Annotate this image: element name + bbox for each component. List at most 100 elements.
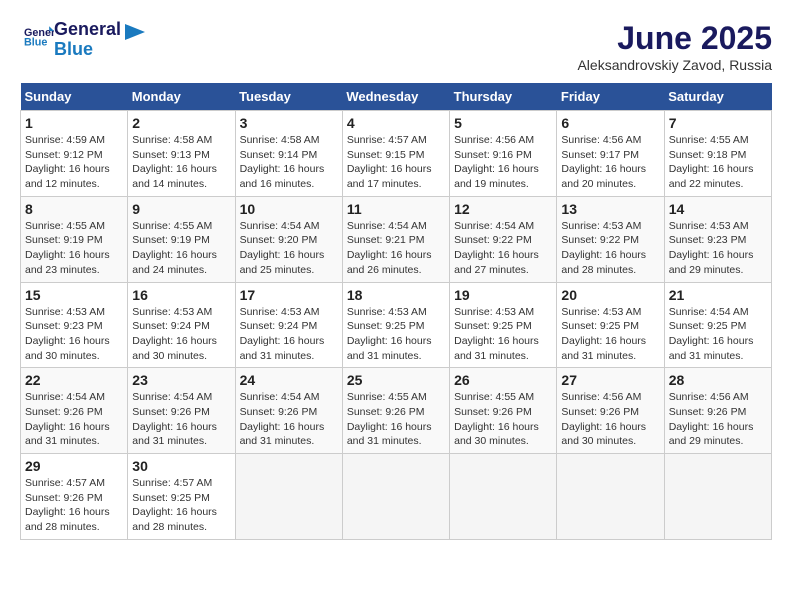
day-info: Sunrise: 4:53 AMSunset: 9:22 PMDaylight:… [561, 219, 659, 278]
day-number: 19 [454, 287, 552, 303]
day-number: 22 [25, 372, 123, 388]
calendar-cell: 19 Sunrise: 4:53 AMSunset: 9:25 PMDaylig… [450, 282, 557, 368]
calendar-cell: 22 Sunrise: 4:54 AMSunset: 9:26 PMDaylig… [21, 368, 128, 454]
calendar-cell: 2 Sunrise: 4:58 AMSunset: 9:13 PMDayligh… [128, 111, 235, 197]
day-info: Sunrise: 4:58 AMSunset: 9:13 PMDaylight:… [132, 133, 230, 192]
calendar-cell: 29 Sunrise: 4:57 AMSunset: 9:26 PMDaylig… [21, 454, 128, 540]
day-number: 9 [132, 201, 230, 217]
calendar-cell: 28 Sunrise: 4:56 AMSunset: 9:26 PMDaylig… [664, 368, 771, 454]
svg-text:Blue: Blue [24, 37, 47, 49]
day-number: 14 [669, 201, 767, 217]
calendar-cell [664, 454, 771, 540]
header: General Blue General Blue June 2025 Alek… [20, 20, 772, 73]
calendar-header-row: SundayMondayTuesdayWednesdayThursdayFrid… [21, 83, 772, 111]
calendar-cell [342, 454, 449, 540]
calendar-cell: 20 Sunrise: 4:53 AMSunset: 9:25 PMDaylig… [557, 282, 664, 368]
day-info: Sunrise: 4:56 AMSunset: 9:16 PMDaylight:… [454, 133, 552, 192]
day-info: Sunrise: 4:54 AMSunset: 9:26 PMDaylight:… [240, 390, 338, 449]
logo-flag-icon [125, 24, 145, 40]
calendar-cell: 9 Sunrise: 4:55 AMSunset: 9:19 PMDayligh… [128, 196, 235, 282]
header-wednesday: Wednesday [342, 83, 449, 111]
day-info: Sunrise: 4:58 AMSunset: 9:14 PMDaylight:… [240, 133, 338, 192]
calendar-cell: 10 Sunrise: 4:54 AMSunset: 9:20 PMDaylig… [235, 196, 342, 282]
header-thursday: Thursday [450, 83, 557, 111]
day-number: 6 [561, 115, 659, 131]
calendar-cell: 18 Sunrise: 4:53 AMSunset: 9:25 PMDaylig… [342, 282, 449, 368]
week-row-3: 15 Sunrise: 4:53 AMSunset: 9:23 PMDaylig… [21, 282, 772, 368]
calendar: SundayMondayTuesdayWednesdayThursdayFrid… [20, 83, 772, 540]
calendar-cell [450, 454, 557, 540]
logo: General Blue General Blue [20, 20, 145, 60]
week-row-1: 1 Sunrise: 4:59 AMSunset: 9:12 PMDayligh… [21, 111, 772, 197]
day-info: Sunrise: 4:53 AMSunset: 9:24 PMDaylight:… [240, 305, 338, 364]
day-number: 10 [240, 201, 338, 217]
week-row-4: 22 Sunrise: 4:54 AMSunset: 9:26 PMDaylig… [21, 368, 772, 454]
calendar-cell: 13 Sunrise: 4:53 AMSunset: 9:22 PMDaylig… [557, 196, 664, 282]
calendar-cell: 27 Sunrise: 4:56 AMSunset: 9:26 PMDaylig… [557, 368, 664, 454]
day-number: 17 [240, 287, 338, 303]
day-info: Sunrise: 4:56 AMSunset: 9:17 PMDaylight:… [561, 133, 659, 192]
day-info: Sunrise: 4:53 AMSunset: 9:23 PMDaylight:… [25, 305, 123, 364]
calendar-cell [235, 454, 342, 540]
calendar-cell: 7 Sunrise: 4:55 AMSunset: 9:18 PMDayligh… [664, 111, 771, 197]
title-area: June 2025 Aleksandrovskiy Zavod, Russia [577, 20, 772, 73]
week-row-5: 29 Sunrise: 4:57 AMSunset: 9:26 PMDaylig… [21, 454, 772, 540]
day-info: Sunrise: 4:54 AMSunset: 9:26 PMDaylight:… [25, 390, 123, 449]
header-saturday: Saturday [664, 83, 771, 111]
day-info: Sunrise: 4:56 AMSunset: 9:26 PMDaylight:… [669, 390, 767, 449]
logo-general: General [54, 20, 121, 40]
calendar-cell: 3 Sunrise: 4:58 AMSunset: 9:14 PMDayligh… [235, 111, 342, 197]
calendar-cell: 26 Sunrise: 4:55 AMSunset: 9:26 PMDaylig… [450, 368, 557, 454]
day-number: 23 [132, 372, 230, 388]
header-monday: Monday [128, 83, 235, 111]
subtitle: Aleksandrovskiy Zavod, Russia [577, 57, 772, 73]
calendar-cell: 5 Sunrise: 4:56 AMSunset: 9:16 PMDayligh… [450, 111, 557, 197]
day-number: 20 [561, 287, 659, 303]
day-number: 27 [561, 372, 659, 388]
month-title: June 2025 [577, 20, 772, 57]
day-info: Sunrise: 4:57 AMSunset: 9:26 PMDaylight:… [25, 476, 123, 535]
day-number: 7 [669, 115, 767, 131]
day-info: Sunrise: 4:55 AMSunset: 9:19 PMDaylight:… [25, 219, 123, 278]
day-number: 24 [240, 372, 338, 388]
calendar-cell: 11 Sunrise: 4:54 AMSunset: 9:21 PMDaylig… [342, 196, 449, 282]
day-number: 13 [561, 201, 659, 217]
day-number: 2 [132, 115, 230, 131]
day-number: 4 [347, 115, 445, 131]
day-number: 21 [669, 287, 767, 303]
day-info: Sunrise: 4:55 AMSunset: 9:18 PMDaylight:… [669, 133, 767, 192]
day-info: Sunrise: 4:56 AMSunset: 9:26 PMDaylight:… [561, 390, 659, 449]
day-number: 11 [347, 201, 445, 217]
day-number: 16 [132, 287, 230, 303]
day-info: Sunrise: 4:57 AMSunset: 9:15 PMDaylight:… [347, 133, 445, 192]
calendar-cell [557, 454, 664, 540]
day-info: Sunrise: 4:53 AMSunset: 9:23 PMDaylight:… [669, 219, 767, 278]
calendar-cell: 24 Sunrise: 4:54 AMSunset: 9:26 PMDaylig… [235, 368, 342, 454]
day-info: Sunrise: 4:55 AMSunset: 9:26 PMDaylight:… [347, 390, 445, 449]
day-info: Sunrise: 4:55 AMSunset: 9:19 PMDaylight:… [132, 219, 230, 278]
day-number: 26 [454, 372, 552, 388]
calendar-cell: 21 Sunrise: 4:54 AMSunset: 9:25 PMDaylig… [664, 282, 771, 368]
calendar-cell: 30 Sunrise: 4:57 AMSunset: 9:25 PMDaylig… [128, 454, 235, 540]
calendar-cell: 6 Sunrise: 4:56 AMSunset: 9:17 PMDayligh… [557, 111, 664, 197]
day-info: Sunrise: 4:53 AMSunset: 9:25 PMDaylight:… [454, 305, 552, 364]
day-info: Sunrise: 4:53 AMSunset: 9:24 PMDaylight:… [132, 305, 230, 364]
calendar-cell: 15 Sunrise: 4:53 AMSunset: 9:23 PMDaylig… [21, 282, 128, 368]
day-info: Sunrise: 4:55 AMSunset: 9:26 PMDaylight:… [454, 390, 552, 449]
calendar-cell: 12 Sunrise: 4:54 AMSunset: 9:22 PMDaylig… [450, 196, 557, 282]
day-number: 18 [347, 287, 445, 303]
day-number: 28 [669, 372, 767, 388]
day-info: Sunrise: 4:53 AMSunset: 9:25 PMDaylight:… [561, 305, 659, 364]
day-info: Sunrise: 4:54 AMSunset: 9:20 PMDaylight:… [240, 219, 338, 278]
day-number: 15 [25, 287, 123, 303]
day-number: 30 [132, 458, 230, 474]
day-number: 8 [25, 201, 123, 217]
header-friday: Friday [557, 83, 664, 111]
calendar-cell: 17 Sunrise: 4:53 AMSunset: 9:24 PMDaylig… [235, 282, 342, 368]
day-info: Sunrise: 4:53 AMSunset: 9:25 PMDaylight:… [347, 305, 445, 364]
calendar-cell: 16 Sunrise: 4:53 AMSunset: 9:24 PMDaylig… [128, 282, 235, 368]
day-number: 29 [25, 458, 123, 474]
day-info: Sunrise: 4:54 AMSunset: 9:26 PMDaylight:… [132, 390, 230, 449]
header-sunday: Sunday [21, 83, 128, 111]
day-number: 12 [454, 201, 552, 217]
